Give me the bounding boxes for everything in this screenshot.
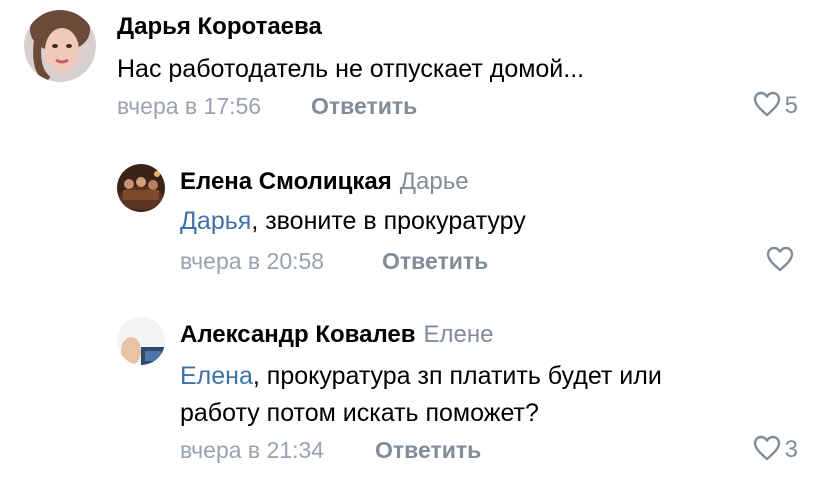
author-name[interactable]: Александр Ковалев bbox=[180, 321, 415, 348]
avatar[interactable] bbox=[117, 164, 165, 212]
comment-timestamp[interactable]: вчера в 20:58 bbox=[180, 246, 324, 276]
like-count: 3 bbox=[784, 436, 798, 463]
comment-item: Елена Смолицкая Дарье Дарья, звоните в пр… bbox=[0, 150, 828, 290]
heart-outline-icon bbox=[753, 435, 781, 466]
reply-to-name[interactable]: Елене bbox=[423, 321, 493, 348]
comment-author-line: Дарья Коротаева bbox=[117, 12, 322, 42]
comment-text-line: Нас работодатель не отпускает домой... bbox=[117, 55, 585, 83]
comment-item: Александр Ковалев Елене Елена, прокуратур… bbox=[0, 303, 828, 488]
avatar[interactable] bbox=[117, 317, 165, 365]
like-button[interactable] bbox=[766, 246, 798, 276]
reply-to-name[interactable]: Дарье bbox=[400, 168, 469, 195]
mention-link[interactable]: Елена bbox=[180, 362, 253, 390]
comment-author-line: Елена Смолицкая Дарье bbox=[180, 167, 469, 197]
avatar[interactable] bbox=[24, 10, 96, 82]
heart-outline-icon bbox=[753, 91, 781, 122]
author-name[interactable]: Дарья Коротаева bbox=[117, 13, 322, 40]
comment-timestamp[interactable]: вчера в 17:56 bbox=[117, 91, 261, 121]
comment-timestamp[interactable]: вчера в 21:34 bbox=[180, 435, 324, 465]
author-name[interactable]: Елена Смолицкая bbox=[180, 168, 392, 195]
comment-text: Нас работодатель не отпускает домой... bbox=[117, 50, 584, 88]
comment-text: работу потом искать поможет? bbox=[180, 394, 539, 432]
comment-author-line: Александр Ковалев Елене bbox=[180, 320, 493, 350]
mention-link[interactable]: Дарья bbox=[180, 207, 251, 235]
like-button[interactable]: 5 bbox=[753, 91, 798, 121]
heart-outline-icon bbox=[766, 246, 794, 277]
comment-text: Елена, прокуратура зп платить будет или bbox=[180, 357, 662, 395]
comment-text-line: работу потом искать поможет? bbox=[180, 399, 539, 427]
like-button[interactable]: 3 bbox=[753, 435, 798, 465]
reply-button[interactable]: Ответить bbox=[311, 91, 417, 121]
reply-button[interactable]: Ответить bbox=[375, 435, 481, 465]
comment-text: Дарья, звоните в прокуратуру bbox=[180, 202, 526, 240]
reply-button[interactable]: Ответить bbox=[382, 246, 488, 276]
comment-text-line: , прокуратура зп платить будет или bbox=[252, 362, 662, 390]
comment-text-line: , звоните в прокуратуру bbox=[251, 207, 526, 235]
comment-item: Дарья Коротаева Нас работодатель не отпу… bbox=[0, 0, 828, 130]
like-count: 5 bbox=[784, 92, 798, 119]
